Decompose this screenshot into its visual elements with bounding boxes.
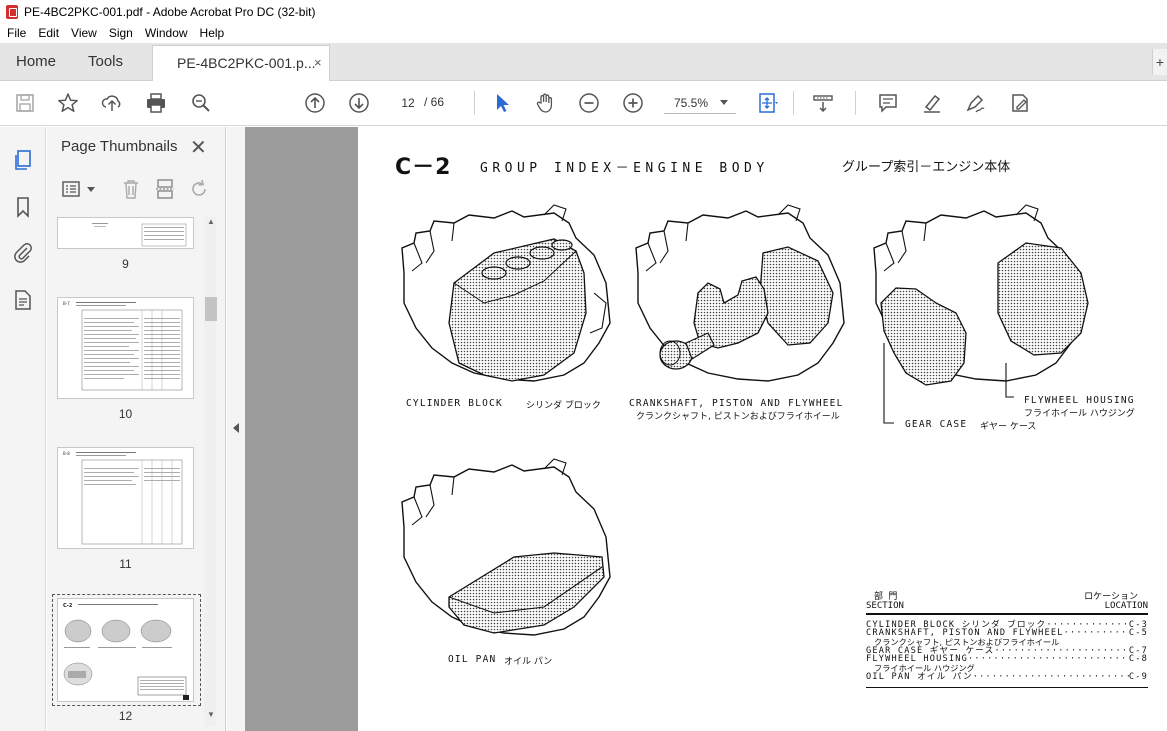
delete-page-icon[interactable] [119,177,143,201]
thumbnail-scrollbar[interactable] [204,217,216,727]
thumbnail-label: 11 [119,557,132,571]
menu-edit[interactable]: Edit [32,26,65,40]
scroll-up-icon[interactable]: ▲ [205,217,217,229]
toolbar-divider [793,91,794,115]
search-icon[interactable] [189,91,213,115]
document-properties-icon[interactable] [11,288,35,312]
save-icon[interactable] [13,91,37,115]
oil-pan-illustration [401,458,611,636]
svg-text:B-8: B-8 [63,451,70,456]
tab-tools[interactable]: Tools [88,53,123,70]
caption-oil-pan: OIL PAN [448,654,497,665]
scroll-mode-icon[interactable] [811,91,835,115]
window-title: PE-4BC2PKC-001.pdf - Adobe Acrobat Pro D… [24,4,316,19]
cylinder-block-illustration [401,204,611,382]
menu-file[interactable]: File [0,26,32,40]
thumbnail-page-12[interactable]: C-2 [57,598,194,702]
hand-icon[interactable] [533,91,557,115]
caption-cylinder-block-jp: シリンダ ブロック [526,401,601,411]
thumbnail-options-icon[interactable] [60,177,84,201]
panel-title: Page Thumbnails [61,138,178,155]
caption-cylinder-block: CYLINDER BLOCK [406,398,503,409]
scroll-down-icon[interactable]: ▼ [205,710,217,722]
tab-home[interactable]: Home [16,53,56,70]
svg-text:B-7: B-7 [63,301,70,306]
scrollbar-thumb[interactable] [205,297,217,321]
thumbnail-label: 9 [122,257,129,271]
rotate-page-icon[interactable] [187,177,211,201]
comment-icon[interactable] [876,91,900,115]
close-tab-icon[interactable]: × [314,55,322,70]
extract-page-icon[interactable] [153,177,177,201]
print-icon[interactable] [144,91,168,115]
zoom-in-icon[interactable] [621,91,645,115]
attachment-icon[interactable] [11,241,35,265]
page-heading: GROUP INDEX－ENGINE BODY [480,161,769,176]
page-number-input[interactable]: 12 [394,92,422,114]
navigation-rail [0,127,46,731]
document-viewport[interactable]: C－2 GROUP INDEX－ENGINE BODY グループ索引－エンジン本… [245,127,1167,731]
star-icon[interactable] [56,91,80,115]
options-dropdown-icon[interactable] [87,187,95,192]
tab-bar: Home Tools PE-4BC2PKC-001.p... × + [0,43,1167,82]
caption-flywheel-housing: FLYWHEEL HOUSING [1024,395,1135,406]
edit-pdf-icon[interactable] [1008,91,1032,115]
svg-text:C-2: C-2 [63,603,73,609]
section-code: C－2 [395,155,452,180]
tab-document[interactable]: PE-4BC2PKC-001.p... × [152,45,330,82]
page-heading-jp: グループ索引－エンジン本体 [842,160,1011,175]
acrobat-icon [6,4,18,19]
select-arrow-icon[interactable] [490,91,514,115]
upload-icon[interactable] [100,91,124,115]
thumbnail-page-11[interactable]: B-8 [57,447,194,549]
caption-flywheel-housing-jp: フライホイール ハウジング [1024,409,1135,419]
panel-collapse-handle[interactable] [227,127,245,731]
thumbnail-page-9[interactable] [57,217,194,249]
collapse-arrow-icon [233,423,239,433]
sign-icon[interactable] [963,91,987,115]
panel-toolbar [47,171,217,207]
fit-page-icon[interactable] [756,91,780,115]
location-header: LOCATION [1104,601,1148,611]
thumbnail-label: 12 [118,709,133,723]
bookmark-icon[interactable] [11,195,35,219]
menu-view[interactable]: View [65,26,103,40]
table-rule [866,687,1148,689]
zoom-out-icon[interactable] [577,91,601,115]
page-up-icon[interactable] [303,91,327,115]
highlight-icon[interactable] [920,91,944,115]
crankshaft-illustration [635,204,845,382]
caption-crankshaft: CRANKSHAFT, PISTON AND FLYWHEEL [629,398,844,409]
caption-oil-pan-jp: オイル パン [504,657,553,667]
caption-crankshaft-jp: クランクシャフト, ピストンおよびフライホイール [636,412,840,422]
caption-gear-case: GEAR CASE [905,419,968,430]
table-rule [866,613,1148,615]
thumbnail-label: 10 [118,407,133,421]
menu-help[interactable]: Help [194,26,231,40]
zoom-dropdown-icon[interactable] [720,100,728,105]
add-tab-button[interactable]: + [1152,49,1167,75]
section-header: SECTION [866,601,904,611]
toolbar-divider [474,91,475,115]
thumbnails-panel: Page Thumbnails ✕ 9 B-7 10 B-8 11 C-2 12… [47,127,226,731]
menu-sign[interactable]: Sign [103,26,139,40]
pages-icon[interactable] [11,148,35,172]
title-bar: PE-4BC2PKC-001.pdf - Adobe Acrobat Pro D… [0,0,1167,23]
tab-document-label: PE-4BC2PKC-001.p... [177,55,316,71]
location-index-table: 部 門 ロケーション SECTION LOCATION CYLINDER BLO… [866,593,1148,689]
thumbnail-page-10[interactable]: B-7 [57,297,194,399]
table-row: OIL PAN オイル パン ·························… [866,671,1148,682]
page-total: / 66 [424,95,445,109]
thumbnail-list: 9 B-7 10 B-8 11 C-2 12 [47,217,207,731]
close-panel-icon[interactable]: ✕ [190,135,207,160]
page-down-icon[interactable] [347,91,371,115]
menu-window[interactable]: Window [139,26,194,40]
pdf-page: C－2 GROUP INDEX－ENGINE BODY グループ索引－エンジン本… [358,127,1167,731]
caption-gear-case-jp: ギヤー ケース [980,422,1037,432]
menu-bar: File Edit View Sign Window Help [0,23,1167,43]
toolbar: 12 / 66 75.5% [0,81,1167,126]
toolbar-divider [855,91,856,115]
